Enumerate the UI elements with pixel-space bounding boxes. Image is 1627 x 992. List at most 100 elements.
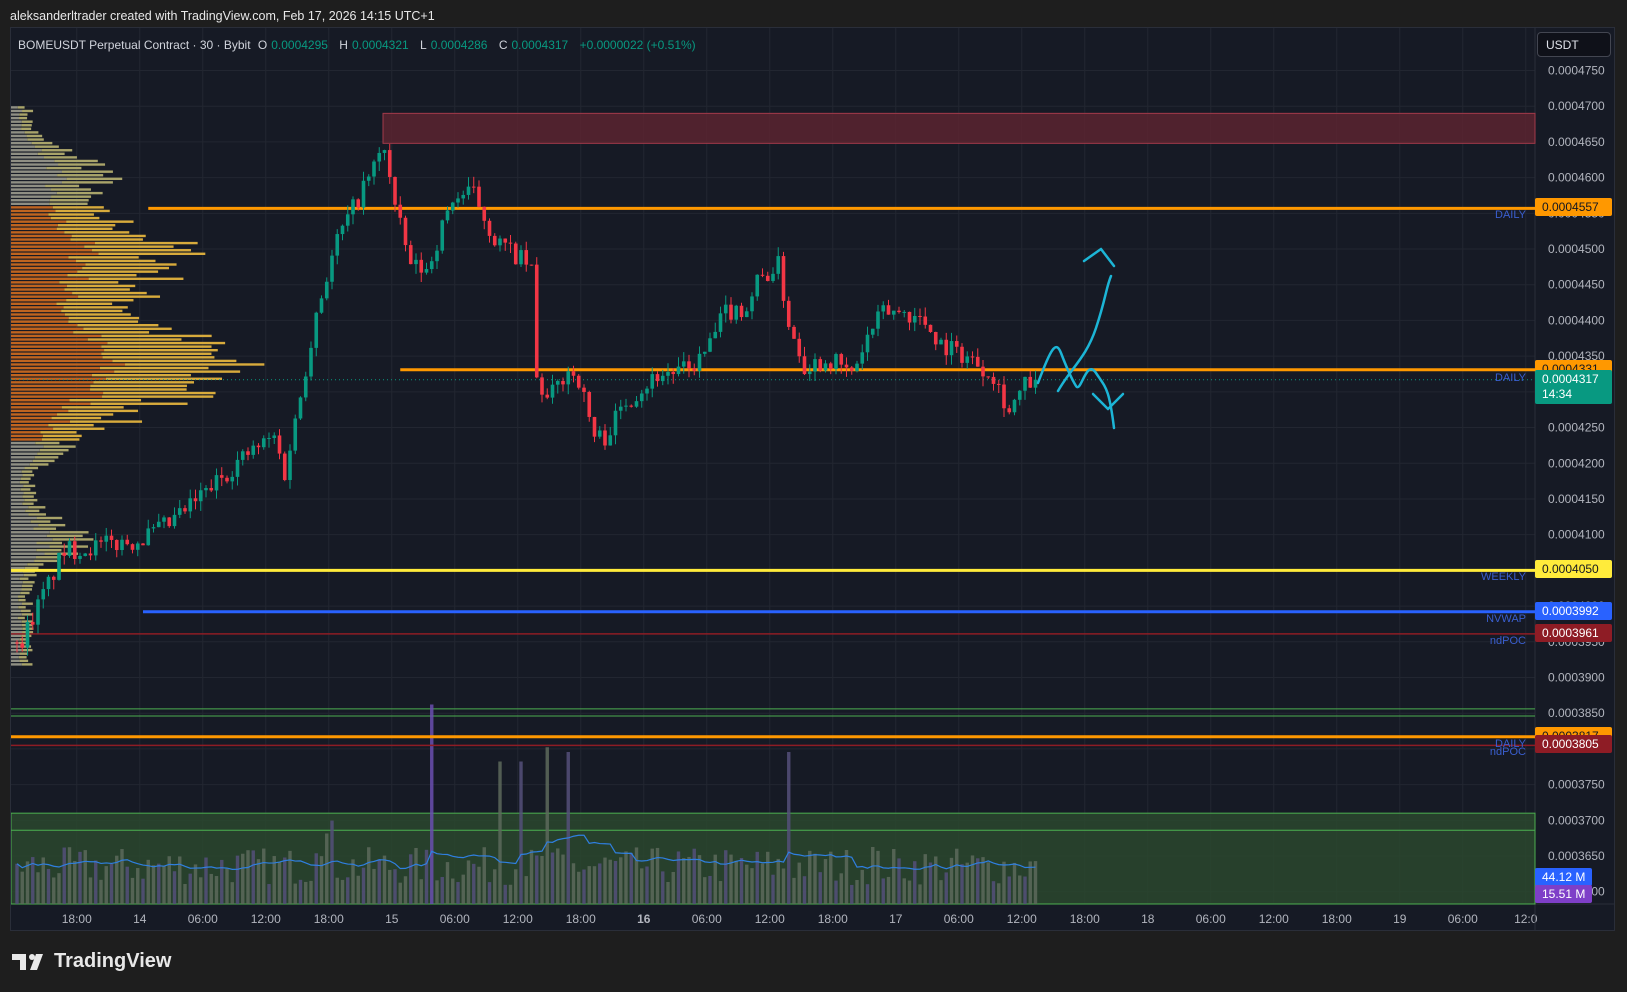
volume-bar [540,855,544,904]
volume-bar [445,862,450,904]
volume-profile-bar [11,552,45,555]
chart-panel[interactable]: 0.0004750 0.0004700 0.0004650 0.0004600 0.00… [10,27,1615,931]
volume-bar [151,865,156,904]
volume-bar [823,859,828,904]
volume-profile-bar [34,456,59,459]
candle-body [403,217,408,246]
volume-bar [608,859,612,904]
candle-body [398,204,403,218]
volume-profile-bar [11,174,58,177]
candle-body [267,438,271,440]
price-chart[interactable]: 0.0004750 0.0004700 0.0004650 0.0004600 0.00… [11,28,1615,931]
volume-bar [246,850,250,904]
volume-profile-bar [11,609,21,613]
volume-profile-bar [69,420,143,423]
volume-profile-bar [11,663,22,666]
volume-profile-bar [50,188,91,191]
volume-profile-bar [11,366,100,370]
volume-profile-bar [48,213,94,216]
candle-body [755,274,760,297]
symbol-title[interactable]: BOMEUSDT Perpetual Contract · 30 · Bybit [18,38,251,52]
volume-profile-bar [11,373,92,377]
level-label-daily-high: DAILY [1495,209,1526,222]
candle-body [36,599,40,625]
volume-profile-bar [68,256,139,259]
volume-profile-bar [11,316,69,320]
bar-countdown: 14:34 [1542,386,1573,401]
volume-profile-bar [11,238,71,241]
volume-profile-bar [23,484,36,488]
volume-profile-bar [11,484,24,488]
volume-bar [792,877,796,904]
volume-profile-bar [49,199,89,202]
candle-body [1033,379,1038,388]
volume-profile-bar [11,573,24,577]
candle-body [970,356,975,358]
candle-body [240,451,245,460]
volume-profile-bar [11,256,69,259]
time-axis-label: 12:00 [755,912,785,926]
volume-bar [52,877,56,904]
volume-profile-bar [11,563,28,566]
volume-profile-bar [64,288,130,291]
candle-body [965,356,970,363]
volume-bar [388,869,392,904]
candle-body [975,356,980,367]
time-axis-label: 18:00 [566,912,596,926]
volume-profile-bar [20,609,31,613]
candle-body [25,621,30,648]
candle-body [571,371,576,376]
volume-profile-bar [11,252,99,255]
volume-bar [451,878,455,904]
volume-profile-bar [11,652,20,655]
price-tag-nvwap: 0.0003992 [1535,601,1612,620]
volume-bar [629,852,633,904]
candle-body [734,305,739,320]
volume-profile-bar [11,320,69,323]
volume-profile-bar [11,477,21,480]
volume-profile-bar [57,174,104,177]
volume-bar [550,852,555,904]
candle-body [146,528,151,546]
time-axis-label: 12:00 [251,912,281,926]
volume-profile-bar [11,156,44,159]
volume-bar [241,853,245,904]
volume-profile-bar [11,131,25,134]
candle-body [1012,399,1017,413]
candle-body [786,300,791,327]
volume-bar [130,877,135,904]
volume-profile-bar [31,141,53,145]
volume-bar [692,848,696,904]
drawing-down-path [1036,346,1116,430]
volume-profile-bar [101,352,212,355]
candle-body [618,406,623,411]
volume-bar [834,880,838,904]
volume-bar [487,882,492,904]
volume-bar [682,858,686,904]
volume-profile-bar [22,581,35,584]
volume-profile-bar [90,384,187,388]
volume-profile-bar [11,498,25,502]
candle-body [288,450,292,481]
symbol-legend: BOMEUSDT Perpetual Contract · 30 · Bybit… [18,38,700,52]
volume-bar [220,859,224,904]
volume-profile-bar [11,159,55,163]
high-label: H [339,38,348,52]
volume-bar [603,857,607,904]
low-value: 0.0004286 [430,38,488,52]
volume-profile-bar [11,434,43,438]
currency-button[interactable]: USDT [1537,32,1611,57]
time-axis-label: 19 [1393,912,1407,926]
volume-bar [514,869,518,904]
volume-profile-bar [11,213,49,216]
volume-bar [125,866,129,904]
volume-bar [923,854,927,904]
volume-profile-bar [23,491,37,495]
candle-body [1017,390,1022,400]
volume-bar [319,856,324,904]
candle-body [771,273,775,281]
time-axis-label: 17 [889,912,903,926]
candle-body [57,552,61,580]
candle-body [15,642,19,644]
tradingview-logo[interactable]: TradingView [12,950,171,973]
